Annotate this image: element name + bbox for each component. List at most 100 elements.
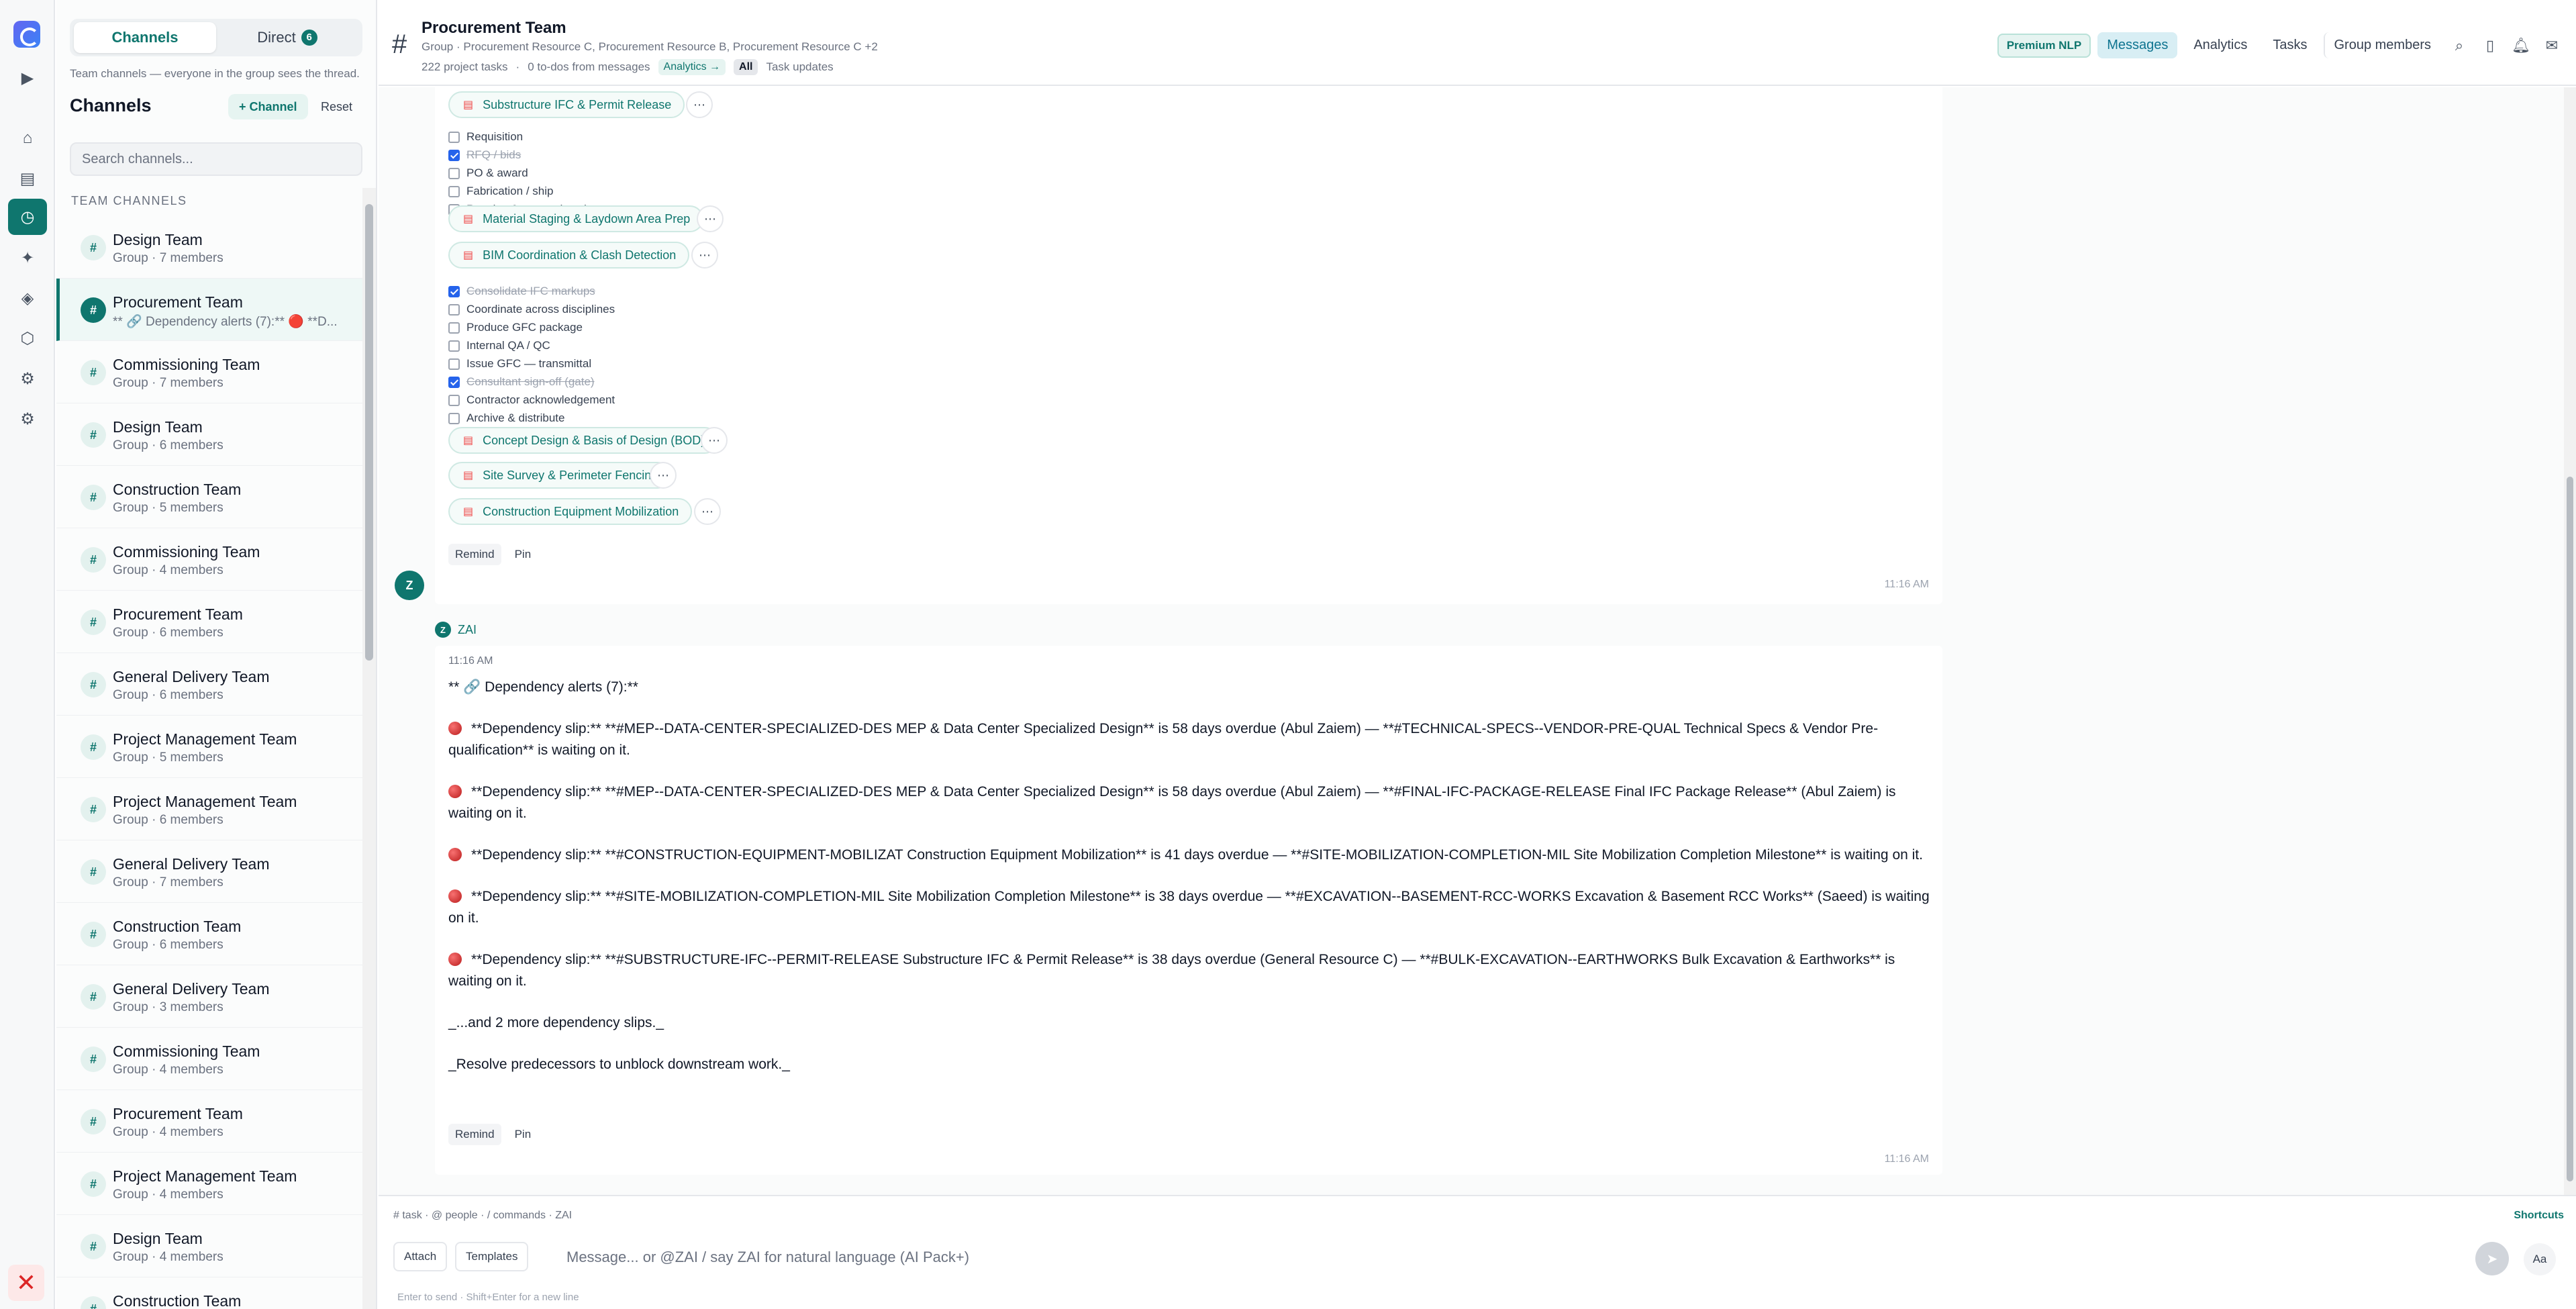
add-channel-button[interactable]: + Channel — [228, 94, 308, 119]
checkbox[interactable] — [448, 412, 460, 424]
close-icon[interactable]: ✕ — [8, 1265, 44, 1301]
task-chip[interactable]: ▤ Site Survey & Perimeter Fencing — [448, 462, 672, 489]
sidebar-scroll-thumb[interactable] — [365, 204, 373, 661]
checklist-item[interactable]: Consultant sign-off (gate) — [448, 375, 595, 389]
more-icon[interactable]: ⋯ — [691, 242, 718, 269]
more-icon[interactable]: ⋯ — [697, 205, 724, 232]
tab-channels[interactable]: Channels — [74, 22, 216, 53]
channel-item[interactable]: # Procurement Team ** 🔗 Dependency alerts … — [56, 279, 362, 341]
more-icon[interactable]: ⋯ — [686, 91, 713, 118]
channel-item[interactable]: # Commissioning Team Group · 7 members — [56, 341, 362, 403]
remind-button[interactable]: Remind — [448, 1124, 501, 1145]
checklist-item[interactable]: Produce GFC package — [448, 321, 583, 334]
checkbox[interactable] — [448, 322, 460, 334]
channel-item[interactable]: # Project Management Team Group · 5 member… — [56, 716, 362, 778]
diamond-icon[interactable]: ◈ — [14, 285, 41, 311]
sidebar-scrollbar[interactable] — [362, 188, 376, 1309]
tab-direct[interactable]: Direct 6 — [216, 22, 358, 53]
app-logo[interactable] — [13, 21, 40, 48]
checkbox[interactable] — [448, 358, 460, 370]
tab-messages[interactable]: Messages — [2097, 32, 2178, 58]
checkbox[interactable] — [448, 340, 460, 352]
channel-item[interactable]: # Design Team Group · 4 members — [56, 1215, 362, 1277]
pin-button[interactable]: Pin — [508, 544, 538, 565]
tab-analytics[interactable]: Analytics — [2184, 32, 2257, 58]
channel-item[interactable]: # Procurement Team Group · 6 members — [56, 591, 362, 653]
task-chip[interactable]: ▤ Substructure IFC & Permit Release — [448, 91, 685, 118]
channel-item[interactable]: # Project Management Team Group · 6 member… — [56, 778, 362, 840]
channel-item[interactable]: # Commissioning Team Group · 4 members — [56, 528, 362, 591]
checklist-item[interactable]: Archive & distribute — [448, 411, 564, 425]
channel-name: Commissioning Team — [113, 1043, 260, 1060]
bell-icon[interactable]: 🔔︎ — [2509, 34, 2533, 58]
checklist-item[interactable]: Contractor acknowledgement — [448, 393, 615, 407]
channel-item[interactable]: # Construction Team Group · 6 members — [56, 903, 362, 965]
checklist-item[interactable]: Issue GFC — transmittal — [448, 357, 591, 371]
channel-item[interactable]: # Construction Team — [56, 1277, 362, 1309]
checkbox[interactable] — [448, 285, 460, 297]
more-icon[interactable]: ⋯ — [701, 427, 728, 454]
channel-item[interactable]: # Construction Team Group · 5 members — [56, 466, 362, 528]
sparkle-icon[interactable]: ✦ — [14, 244, 41, 271]
message-input[interactable]: Message... or @ZAI / say ZAI for natural… — [553, 1238, 2533, 1277]
sender-name[interactable]: ZAI — [458, 623, 477, 637]
channel-item[interactable]: # Procurement Team Group · 4 members — [56, 1090, 362, 1153]
checkbox[interactable] — [448, 149, 460, 161]
checklist-item[interactable]: Coordinate across disciplines — [448, 303, 615, 316]
checklist-item[interactable]: PO & award — [448, 166, 528, 180]
task-chip[interactable]: ▤ Material Staging & Laydown Area Prep — [448, 205, 704, 232]
reset-button[interactable]: Reset — [311, 94, 362, 119]
settings-alt-icon[interactable]: ⚙ — [14, 405, 41, 432]
home-icon[interactable]: ⌂ — [14, 125, 41, 152]
clock-icon[interactable]: ◷ — [8, 199, 47, 235]
channel-item[interactable]: # General Delivery Team Group · 7 members — [56, 840, 362, 903]
layout-icon[interactable]: ▤ — [14, 165, 41, 192]
tab-tasks[interactable]: Tasks — [2263, 32, 2316, 58]
send-icon[interactable]: ➤ — [2475, 1242, 2509, 1275]
templates-button[interactable]: Templates — [455, 1242, 529, 1271]
document-icon[interactable]: ▯ — [2478, 34, 2502, 58]
play-icon[interactable]: ▶ — [14, 64, 41, 91]
task-chip[interactable]: ▤ Construction Equipment Mobilization — [448, 498, 693, 525]
remind-button[interactable]: Remind — [448, 544, 501, 565]
sender-avatar[interactable]: Z — [435, 622, 451, 638]
checklist-item[interactable]: Internal QA / QC — [448, 339, 550, 352]
pin-button[interactable]: Pin — [508, 1124, 538, 1145]
hexagon-icon[interactable]: ⬡ — [14, 325, 41, 352]
shortcuts-link[interactable]: Shortcuts — [2514, 1210, 2564, 1222]
checkbox[interactable] — [448, 167, 460, 179]
search-icon[interactable]: ⌕ — [2447, 34, 2471, 58]
channel-item[interactable]: # General Delivery Team Group · 6 members — [56, 653, 362, 716]
checkbox[interactable] — [448, 185, 460, 197]
filter-all[interactable]: All — [734, 59, 758, 75]
checkbox[interactable] — [448, 376, 460, 388]
message-scroll-thumb[interactable] — [2567, 477, 2573, 1181]
channel-item[interactable]: # Commissioning Team Group · 4 members — [56, 1028, 362, 1090]
settings-icon[interactable]: ⚙ — [14, 365, 41, 392]
channel-item[interactable]: # Project Management Team Group · 4 member… — [56, 1153, 362, 1215]
attach-button[interactable]: Attach — [393, 1242, 448, 1271]
message-time: 11:16 AM — [448, 655, 493, 667]
avatar[interactable]: Z — [395, 571, 424, 600]
channel-item[interactable]: # Design Team Group · 7 members — [56, 216, 362, 279]
checklist-item[interactable]: Requisition — [448, 130, 523, 144]
checklist-item[interactable]: Fabrication / ship — [448, 185, 553, 198]
checkbox[interactable] — [448, 303, 460, 316]
checkbox[interactable] — [448, 394, 460, 406]
format-button[interactable]: Aa — [2524, 1243, 2556, 1275]
more-icon[interactable]: ⋯ — [694, 498, 721, 525]
checklist-item[interactable]: Consolidate IFC markups — [448, 285, 595, 298]
checkbox[interactable] — [448, 131, 460, 143]
channel-item[interactable]: # General Delivery Team Group · 3 members — [56, 965, 362, 1028]
search-channels-input[interactable] — [70, 142, 362, 176]
message-scrollbar[interactable] — [2564, 87, 2576, 1195]
filter-task-updates[interactable]: Task updates — [766, 60, 833, 74]
more-icon[interactable]: ⋯ — [650, 462, 677, 489]
task-chip[interactable]: ▤ BIM Coordination & Clash Detection — [448, 242, 690, 269]
tab-group-members[interactable]: Group members — [2323, 32, 2441, 58]
mail-icon[interactable]: ✉ — [2540, 34, 2564, 58]
checklist-item[interactable]: RFQ / bids — [448, 148, 521, 162]
channel-item[interactable]: # Design Team Group · 6 members — [56, 403, 362, 466]
analytics-link[interactable]: Analytics → — [658, 59, 726, 75]
task-chip[interactable]: ▤ Concept Design & Basis of Design (BOD) — [448, 427, 719, 454]
